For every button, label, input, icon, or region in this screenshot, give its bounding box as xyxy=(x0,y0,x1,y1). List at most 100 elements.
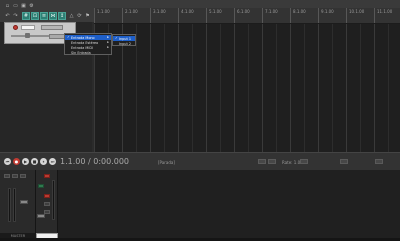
go-to-end-icon[interactable]: ⏭ xyxy=(49,158,56,165)
bar-marker: 4.1.00 xyxy=(178,8,194,23)
auto-crossfade-button[interactable]: ⋈ xyxy=(49,12,57,20)
bar-label: 2.1.00 xyxy=(125,9,138,14)
mixer-panel: MASTER xyxy=(0,170,400,241)
input-menu: ✓ Entrada Mono ▸ Entrada Estéreo ▸ Entra… xyxy=(64,33,112,55)
time-signature-field[interactable] xyxy=(340,159,348,164)
grid-line xyxy=(332,24,333,152)
menu-item-input-2[interactable]: Input 2 xyxy=(113,41,135,46)
grid-line xyxy=(262,24,263,152)
bar-label: 4.1.00 xyxy=(181,9,194,14)
grid-line xyxy=(290,24,291,152)
master-fader[interactable] xyxy=(20,200,28,204)
settings-icon[interactable]: ⚙ xyxy=(28,2,35,9)
menu-item-label: Input 1 xyxy=(119,36,132,41)
submenu-arrow-icon: ▸ xyxy=(107,35,109,39)
bar-label: 1.1.00 xyxy=(97,9,110,14)
track-name-field[interactable] xyxy=(21,25,35,30)
grid-line xyxy=(374,24,375,152)
playrate-label: Rate: 1.0 xyxy=(282,160,301,165)
level-meter xyxy=(52,180,55,220)
envelope-lock-button[interactable]: ↕ xyxy=(58,12,66,20)
record-arm-button[interactable] xyxy=(13,25,18,30)
loop-icon[interactable]: ⟳ xyxy=(76,12,83,19)
bar-label: 10.1.00 xyxy=(349,9,365,14)
ripple-edit-button[interactable]: ≡ xyxy=(40,12,48,20)
master-channel-strip: MASTER xyxy=(0,170,36,241)
record-button[interactable]: ● xyxy=(13,158,20,165)
mono-input-submenu: ✓ Input 1 Input 2 xyxy=(112,34,136,46)
track-fader[interactable] xyxy=(37,214,45,218)
grid-toggle-button[interactable]: # xyxy=(22,12,30,20)
new-project-icon[interactable]: ▫ xyxy=(4,2,11,9)
menu-item-label: Entrada Estéreo xyxy=(71,40,99,45)
selection-end-field[interactable] xyxy=(268,159,276,164)
selection-start-field[interactable] xyxy=(258,159,266,164)
bar-marker: 7.1.00 xyxy=(262,8,278,23)
record-arm-button[interactable] xyxy=(44,174,50,178)
solo-button[interactable] xyxy=(12,174,18,178)
bar-marker: 3.1.00 xyxy=(150,8,166,23)
grid-line xyxy=(304,24,305,152)
bar-label: 3.1.00 xyxy=(153,9,166,14)
save-project-icon[interactable]: ▣ xyxy=(20,2,27,9)
bar-label: 9.1.00 xyxy=(321,9,334,14)
phase-button[interactable] xyxy=(38,184,44,188)
mute-button[interactable] xyxy=(4,174,10,178)
go-to-start-icon[interactable]: ⏮ xyxy=(4,158,11,165)
arrange-view[interactable] xyxy=(94,24,400,152)
stop-button[interactable]: ■ xyxy=(31,158,38,165)
playrate-field[interactable] xyxy=(375,159,383,164)
bar-marker: 5.1.00 xyxy=(206,8,222,23)
submenu-arrow-icon: ▸ xyxy=(107,45,109,49)
level-meter-right xyxy=(13,188,16,222)
play-button[interactable]: ▶ xyxy=(22,158,29,165)
menu-item-label: Entrada Mono xyxy=(71,35,95,40)
metronome-icon[interactable]: △ xyxy=(68,12,75,19)
grid-line xyxy=(220,24,221,152)
bar-marker: 6.1.00 xyxy=(234,8,250,23)
grid-line xyxy=(276,24,277,152)
route-button[interactable] xyxy=(41,25,63,30)
track-channel-strip xyxy=(36,170,58,241)
submenu-arrow-icon: ▸ xyxy=(107,40,109,44)
grid-line xyxy=(248,24,249,152)
check-icon: ✓ xyxy=(115,36,118,40)
bar-label: 5.1.00 xyxy=(209,9,222,14)
pause-button[interactable]: ⏸ xyxy=(40,158,47,165)
snap-toggle-button[interactable]: ⊡ xyxy=(31,12,39,20)
bpm-field[interactable] xyxy=(300,159,308,164)
menu-item-sin-entrada[interactable]: Sin Entrada xyxy=(65,50,111,55)
time-display: 1.1.00 / 0:00.000 xyxy=(60,157,130,166)
monitor-button[interactable] xyxy=(44,194,50,198)
bar-label: 11.1.00 xyxy=(377,9,393,14)
transport-status: [Parada] xyxy=(158,160,175,165)
grid-line xyxy=(178,24,179,152)
grid-line xyxy=(192,24,193,152)
bar-marker: 11.1.00 xyxy=(374,8,392,23)
bar-marker: 2.1.00 xyxy=(122,8,138,23)
grid-line xyxy=(360,24,361,152)
mute-button[interactable] xyxy=(44,202,50,206)
check-icon: ✓ xyxy=(67,35,70,39)
fx-button[interactable] xyxy=(20,174,26,178)
grid-line xyxy=(136,24,137,152)
grid-line xyxy=(164,24,165,152)
bar-label: 6.1.00 xyxy=(237,9,250,14)
grid-line xyxy=(234,24,235,152)
menu-item-label: Input 2 xyxy=(119,41,132,46)
bar-label: 7.1.00 xyxy=(265,9,278,14)
grid-line xyxy=(150,24,151,152)
grid-line xyxy=(206,24,207,152)
level-meter-left xyxy=(8,188,11,222)
bar-label: 8.1.00 xyxy=(293,9,306,14)
menu-item-label: Sin Entrada xyxy=(71,50,91,55)
redo-icon[interactable]: ↷ xyxy=(12,12,19,19)
marker-icon[interactable]: ⚑ xyxy=(84,12,91,19)
undo-icon[interactable]: ↶ xyxy=(4,12,11,19)
grid-line xyxy=(388,24,389,152)
bar-marker: 1.1.00 xyxy=(94,8,110,23)
open-project-icon[interactable]: ▭ xyxy=(12,2,19,9)
bar-marker: 9.1.00 xyxy=(318,8,334,23)
timeline-ruler[interactable]: 1.1.00 2.1.00 3.1.00 4.1.00 5.1.00 6.1.0… xyxy=(94,8,400,24)
volume-knob[interactable] xyxy=(25,33,30,38)
